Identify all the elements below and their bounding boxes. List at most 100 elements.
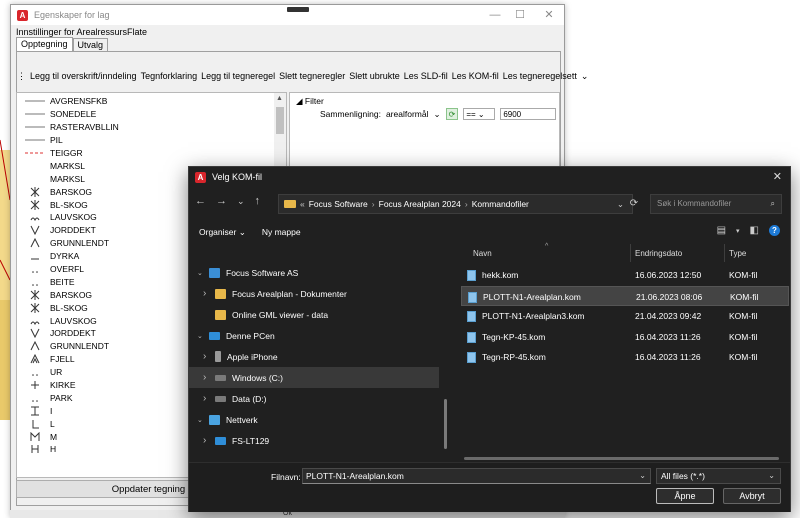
add-heading-button[interactable]: Legg til overskrift/inndeling [30,71,137,82]
tree-item[interactable]: ⌄ Denne PCen [189,325,439,346]
tree-item[interactable]: › Windows (C:) [189,367,439,388]
filetype-select[interactable]: All files (*.*) ⌄ [656,468,781,484]
back-arrow-icon[interactable]: ← [195,195,206,207]
drag-grip-icon[interactable] [287,7,309,12]
file-row[interactable]: Tegn-KP-45.kom 16.04.2023 11:26 KOM-fil [461,327,789,347]
help-icon[interactable]: ? [769,225,780,236]
legend-item-label: H [50,444,57,455]
filename-dropdown-icon[interactable]: ⌄ [639,469,646,483]
legend-item-label: GRUNNLENDT [50,341,110,352]
tree-item[interactable]: ⌄ Focus Software AS [189,262,439,283]
close-icon[interactable]: ✕ [532,5,566,25]
tree-item[interactable]: › Focus Arealplan - Dokumenter [189,283,439,304]
column-name[interactable]: Navn [473,249,492,258]
refresh-filter-icon[interactable]: ⟳ [445,108,459,120]
legend-item-label: LAUVSKOG [50,315,97,326]
cancel-button[interactable]: Avbryt [723,488,781,504]
field-dropdown-icon[interactable]: ⌄ [433,109,440,120]
navigation-tree: ⌄ Focus Software AS › Focus Arealplan - Dok… [189,262,439,460]
organize-menu[interactable]: Organiser ⌄ [199,227,246,238]
file-type: KOM-fil [729,352,758,362]
add-rule-button[interactable]: Legg til tegneregel [201,71,275,82]
breadcrumb-focus-software[interactable]: Focus Software [309,199,368,209]
expand-chevron-icon[interactable]: ⌄ [197,332,203,340]
legend-item[interactable]: TEIGGR [17,147,286,160]
expand-chevron-icon[interactable]: › [203,435,206,446]
cloud-icon [209,267,220,278]
breadcrumb-overflow[interactable]: « [300,199,305,209]
view-dropdown-icon[interactable]: ▾ [736,227,740,235]
read-sld-button[interactable]: Les SLD-fil [404,71,448,82]
tab-utvalg[interactable]: Utvalg [72,38,109,51]
filter-header[interactable]: ◢ Filter [296,96,324,107]
read-ruleset-button[interactable]: Les tegneregelsett [503,71,577,82]
refresh-icon[interactable]: ⟳ [623,194,645,214]
forward-arrow-icon[interactable]: → [216,195,227,207]
rule-symbol-icon [23,186,47,197]
rule-symbol-icon [23,277,47,287]
window-title: Egenskaper for lag [34,10,110,20]
expand-chevron-icon[interactable]: ⌄ [197,416,203,424]
delete-rules-button[interactable]: Slett tegneregler [279,71,345,82]
legend-item[interactable]: PIL [17,134,286,147]
delete-unused-button[interactable]: Slett ubrukte [349,71,400,82]
file-row[interactable]: Tegn-RP-45.kom 16.04.2023 11:26 KOM-fil [461,347,789,367]
breadcrumb-kommandofiler[interactable]: Kommandofiler [472,199,529,209]
rule-symbol-icon [23,264,47,274]
breadcrumb-focus-arealplan[interactable]: Focus Arealplan 2024 [379,199,461,209]
operator-select[interactable]: == ⌄ [463,108,496,120]
search-icon[interactable]: ⌕ [771,195,775,213]
tree-scrollbar[interactable] [444,399,447,449]
file-row[interactable]: PLOTT-N1-Arealplan3.kom 21.04.2023 09:42 K… [461,306,789,326]
file-row[interactable]: PLOTT-N1-Arealplan.kom 21.06.2023 08:06 KO… [461,285,789,306]
overflow-chevron-icon[interactable]: ⌄ [581,71,589,82]
open-button[interactable]: Åpne [656,488,714,504]
legend-item[interactable]: SONEDELE [17,108,286,121]
legend-item-label: BEITE [50,276,75,287]
filename-input[interactable]: PLOTT-N1-Arealplan.kom ⌄ [302,468,651,484]
read-kom-button[interactable]: Les KOM-fil [452,71,499,82]
collapse-triangle-icon[interactable]: ◢ [296,96,303,106]
expand-chevron-icon[interactable]: › [203,288,206,299]
breadcrumb-separator-icon: › [464,199,468,209]
expand-chevron-icon[interactable]: ⌄ [197,269,203,277]
tree-item-label: Data (D:) [232,393,267,404]
file-row[interactable]: hekk.kom 16.06.2023 12:50 KOM-fil [461,265,789,285]
tree-item[interactable]: Online GML viewer - data [189,304,439,325]
column-date[interactable]: Endringsdato [635,249,682,258]
expand-chevron-icon[interactable]: › [203,372,206,383]
scroll-up-icon[interactable]: ▲ [276,95,283,102]
rule-symbol-icon [23,393,47,403]
up-arrow-icon[interactable]: ↑ [255,195,261,207]
scroll-thumb[interactable] [276,107,284,134]
filename-label: Filnavn: [271,472,301,482]
legend-item-label: MARKSL [50,160,85,171]
nav-buttons: ← → ⌄ ↑ [195,195,260,207]
filetype-dropdown-icon[interactable]: ⌄ [768,469,775,483]
search-input[interactable]: Søk i Kommandofiler ⌕ [650,194,782,214]
address-bar[interactable]: « Focus Software › Focus Arealplan 2024 … [278,194,633,214]
legend-button[interactable]: Tegnforklaring [141,71,198,82]
history-chevron-icon[interactable]: ⌄ [237,196,245,207]
rule-symbol-icon [23,122,47,132]
kom-file-icon [467,270,476,281]
new-folder-button[interactable]: Ny mappe [262,227,301,238]
file-name: hekk.kom [482,270,519,280]
preview-pane-icon[interactable]: ◧ [750,225,759,236]
tree-item[interactable]: › Apple iPhone [189,346,439,367]
folder-icon [215,309,226,320]
legend-item[interactable]: AVGRENSFKB [17,95,286,108]
expand-chevron-icon[interactable]: › [203,351,206,362]
value-input[interactable]: 6900 [500,108,557,120]
comparison-row: Sammenligning: arealformål ⌄ ⟳ == ⌄ 6900 [320,108,557,120]
legend-item[interactable]: RASTERAVBLLIN [17,121,286,134]
file-list-scrollbar[interactable] [464,457,779,460]
expand-chevron-icon[interactable]: › [203,393,206,404]
tree-item[interactable]: › Data (D:) [189,388,439,409]
tree-item[interactable]: › FS-LT129 [189,430,439,451]
column-type[interactable]: Type [729,249,746,258]
view-mode-icon[interactable]: ▤ [717,225,726,236]
tree-item[interactable]: ⌄ Nettverk [189,409,439,430]
close-icon[interactable]: ✕ [773,170,782,183]
tab-opptegning[interactable]: Opptegning [16,37,73,51]
